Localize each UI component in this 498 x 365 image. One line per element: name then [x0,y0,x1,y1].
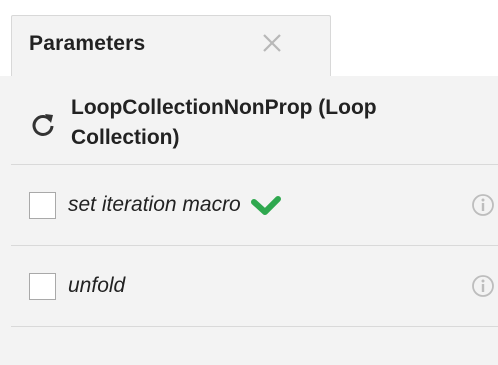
info-icon[interactable] [471,193,495,217]
parameter-label-text: unfold [68,274,126,297]
parameters-window: Parameters LoopCollectionNonProp (Loop C… [0,0,498,365]
tab-title: Parameters [29,32,146,55]
parameter-row-set-iteration-macro: set iteration macro [11,165,498,246]
operator-header: LoopCollectionNonProp (Loop Collection) [11,76,498,165]
tab-bar: Parameters [0,0,498,77]
info-icon[interactable] [471,274,495,298]
set-iteration-macro-checkbox[interactable] [29,192,56,219]
loop-refresh-icon [29,111,57,139]
unfold-checkbox[interactable] [29,273,56,300]
operator-title: LoopCollectionNonProp (Loop Collection) [71,96,377,149]
parameter-label: unfold [68,274,125,298]
parameter-label-text: set iteration macro [68,193,241,216]
parameter-row-unfold: unfold [11,246,498,327]
parameters-panel: LoopCollectionNonProp (Loop Collection) … [11,76,498,365]
checkmark-icon[interactable] [250,194,281,216]
close-icon[interactable] [258,29,286,57]
parameter-label: set iteration macro [68,193,281,217]
tab-parameters[interactable]: Parameters [11,15,331,77]
